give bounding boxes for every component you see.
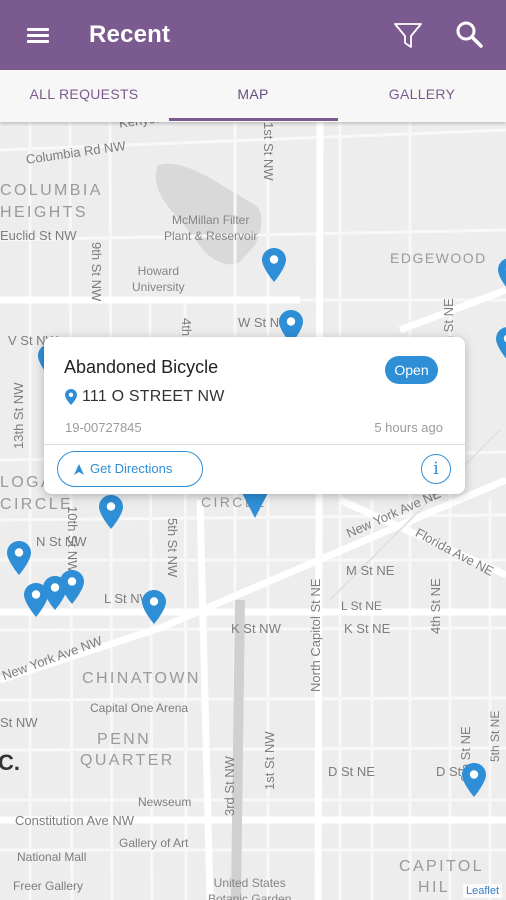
filter-funnel-icon[interactable] xyxy=(392,20,424,52)
tab-all-requests[interactable]: ALL REQUESTS xyxy=(0,70,168,122)
map-label: N St NW xyxy=(36,534,87,549)
page-title: Recent xyxy=(89,21,171,48)
request-time: 5 hours ago xyxy=(374,420,443,435)
map-label: CAPITOL xyxy=(399,858,484,875)
map-label: L St NE xyxy=(341,599,382,613)
map-label: HEIGHTS xyxy=(0,204,88,221)
map-label: M St NE xyxy=(346,563,395,578)
map-label: Constitution Ave NW xyxy=(15,813,134,828)
get-directions-button[interactable]: Get Directions xyxy=(57,451,203,487)
hamburger-menu-icon[interactable] xyxy=(24,22,54,48)
popup-divider xyxy=(44,444,465,445)
navigation-arrow-icon xyxy=(74,464,84,475)
map-label: 5th St NE xyxy=(488,710,502,762)
map-marker-icon[interactable] xyxy=(7,541,31,575)
map-label: PENN xyxy=(97,731,152,748)
map-label: 3rd St NW xyxy=(222,756,237,816)
map-label: CHINATOWN xyxy=(82,670,201,687)
attribution-link[interactable]: Leaflet xyxy=(462,884,502,898)
map-marker-icon[interactable] xyxy=(498,258,506,292)
map-label: Freer Gallery xyxy=(13,879,84,893)
map-marker-icon[interactable] xyxy=(142,590,166,624)
request-popup[interactable]: Abandoned Bicycle Open 111 O STREET NW 1… xyxy=(44,337,465,494)
map-marker-icon[interactable] xyxy=(462,763,486,797)
map-label: 9th St NW xyxy=(89,242,104,302)
map-label-park: United States Botanic Garden xyxy=(208,876,292,900)
map-label: CIRCLE xyxy=(0,496,74,513)
info-button[interactable]: i xyxy=(421,454,451,484)
request-title: Abandoned Bicycle xyxy=(64,357,219,377)
map-label: COLUMBIA xyxy=(0,182,103,199)
tab-gallery[interactable]: GALLERY xyxy=(338,70,506,122)
map-label: Newseum xyxy=(138,795,192,809)
map-label: Capital One Arena xyxy=(90,701,189,715)
map-label: 5th St NW xyxy=(165,518,180,578)
location-pin-icon xyxy=(65,389,77,405)
map-label: 1st St NW xyxy=(262,731,277,790)
tab-bar: ALL REQUESTS MAP GALLERY xyxy=(0,70,506,122)
selected-marker-pointer xyxy=(242,493,268,518)
tab-selected-indicator xyxy=(169,118,338,121)
map-label: 13th St NW xyxy=(11,382,26,449)
request-address: 111 O STREET NW xyxy=(82,388,225,405)
map-label-park: McMillan Filter Plant & Reservoir xyxy=(164,213,258,243)
tab-map[interactable]: MAP xyxy=(169,70,337,122)
app-bar: Recent xyxy=(0,0,506,70)
map-label: C. xyxy=(0,750,20,775)
map-label: K St NE xyxy=(344,621,391,636)
map-label: National Mall xyxy=(17,850,87,864)
status-badge: Open xyxy=(385,356,438,384)
map-label: Euclid St NW xyxy=(0,228,77,243)
map-marker-icon[interactable] xyxy=(496,327,506,361)
map-label: St NW xyxy=(0,715,38,730)
search-icon[interactable] xyxy=(455,20,485,50)
map-label: QUARTER xyxy=(80,752,175,769)
map-label: Gallery of Art xyxy=(119,836,189,850)
map-label: 4th St NE xyxy=(428,578,443,634)
map-label: 1st St NW xyxy=(261,122,276,181)
map-marker-icon[interactable] xyxy=(60,570,84,604)
map-marker-icon[interactable] xyxy=(262,248,286,282)
map-label: D St NE xyxy=(328,764,375,779)
map-label-park: Howard University xyxy=(132,264,185,294)
map-label: EDGEWOOD xyxy=(390,250,487,266)
map-label: K St NW xyxy=(231,621,281,636)
map-marker-icon[interactable] xyxy=(99,495,123,529)
map-label: HIL xyxy=(418,879,451,896)
get-directions-label: Get Directions xyxy=(90,461,173,476)
request-id: 19-00727845 xyxy=(65,420,142,435)
map-label: North Capitol St NE xyxy=(308,578,323,692)
